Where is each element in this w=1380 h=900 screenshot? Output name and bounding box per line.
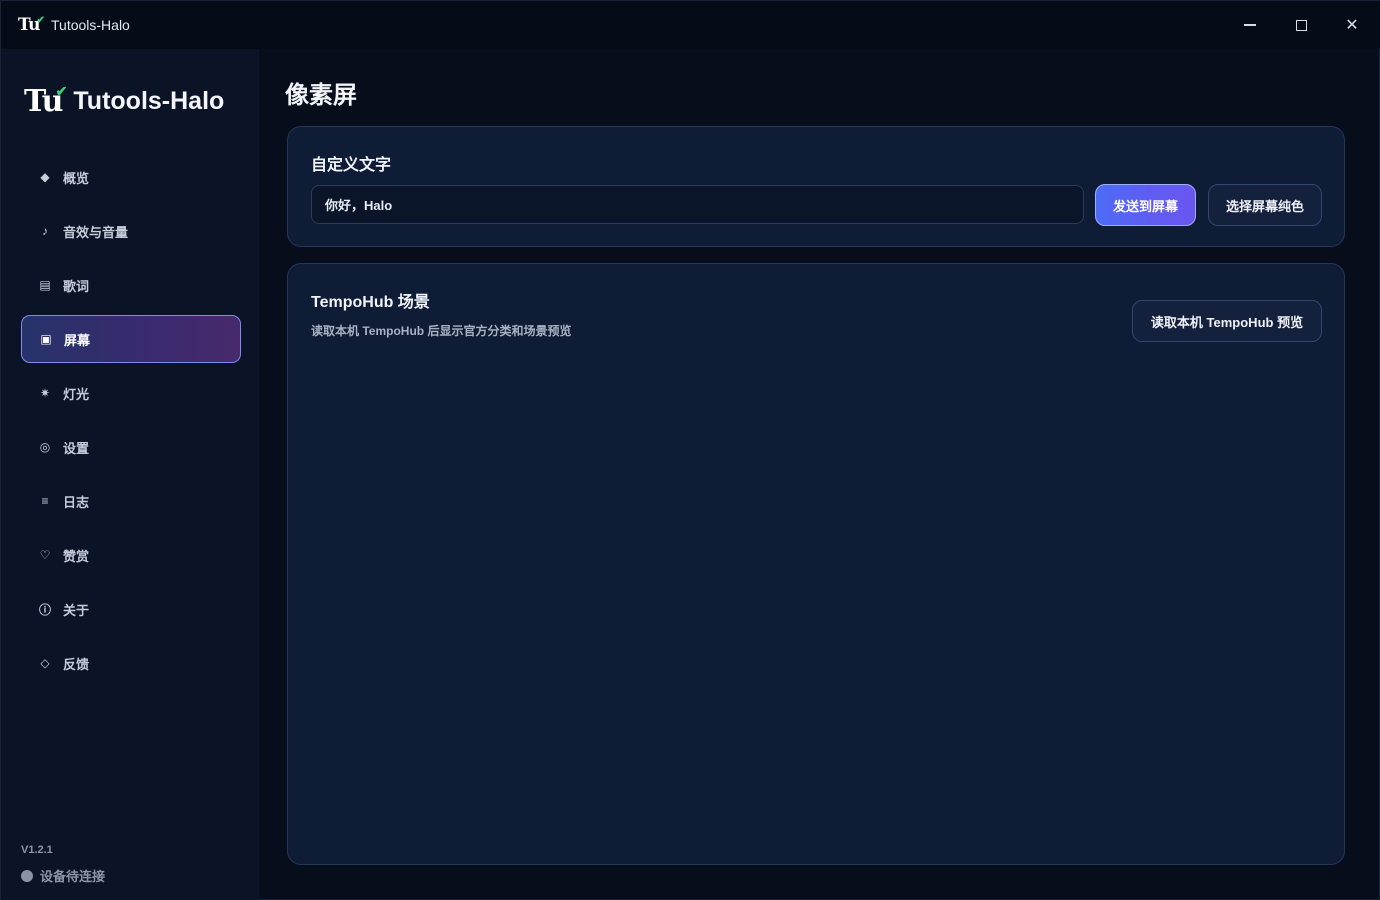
sidebar-item-screen[interactable]: ▣ 屏幕: [21, 315, 241, 363]
app-window: Tu✔ Tutools-Halo ✕ Tu ✔ Tutools-Halo ◆ 概览…: [0, 0, 1380, 900]
sidebar-item-label: 屏幕: [64, 332, 91, 348]
card-title: TempoHub 场景: [311, 294, 430, 311]
brand-logo-icon: Tu ✔: [24, 83, 67, 119]
sidebar-item-about[interactable]: ⓘ 关于: [21, 585, 241, 633]
log-icon: ≡: [41, 494, 49, 508]
maximize-icon: [1295, 19, 1307, 31]
sidebar-item-label: 日志: [63, 494, 90, 510]
window-title: Tutools-Halo: [51, 17, 130, 33]
custom-text-card: 自定义文字 发送到屏幕 选择屏幕纯色: [287, 126, 1345, 247]
sidebar-item-log[interactable]: ≡ 日志: [21, 477, 241, 525]
sidebar-item-label: 赞赏: [63, 548, 90, 564]
heart-icon: ♡: [39, 548, 51, 562]
send-to-screen-button[interactable]: 发送到屏幕: [1095, 184, 1196, 226]
sidebar-item-donate[interactable]: ♡ 赞赏: [21, 531, 241, 579]
sidebar-item-label: 设置: [63, 440, 90, 456]
card-description: 读取本机 TempoHub 后显示官方分类和场景预览: [311, 324, 572, 338]
sidebar-item-label: 反馈: [63, 656, 90, 672]
card-title: 自定义文字: [311, 157, 392, 174]
screen-icon: ▣: [40, 332, 52, 346]
close-icon: ✕: [1345, 17, 1359, 34]
feedback-icon: ◇: [40, 656, 50, 670]
info-icon: ⓘ: [38, 602, 51, 617]
read-tempohub-preview-button[interactable]: 读取本机 TempoHub 预览: [1132, 300, 1322, 342]
sidebar-item-settings[interactable]: ◎ 设置: [21, 423, 241, 471]
diamond-icon: ◆: [40, 170, 50, 184]
light-icon: ✷: [39, 386, 51, 400]
custom-text-input[interactable]: [311, 185, 1084, 224]
sidebar-item-label: 关于: [63, 602, 90, 618]
minimize-button[interactable]: [1232, 11, 1268, 39]
sidebar-item-lyrics[interactable]: ▤ 歌词: [21, 261, 241, 309]
title-bar: Tu✔ Tutools-Halo ✕: [1, 1, 1380, 49]
version-label: V1.2.1: [21, 844, 53, 856]
close-button[interactable]: ✕: [1334, 11, 1370, 39]
music-note-icon: ♪: [42, 224, 48, 238]
tempohub-card: TempoHub 场景 读取本机 TempoHub 后显示官方分类和场景预览 读…: [287, 263, 1345, 865]
app-logo-icon: Tu✔: [18, 15, 45, 35]
maximize-button[interactable]: [1283, 11, 1319, 39]
sidebar-item-label: 灯光: [63, 386, 90, 402]
sidebar: Tu ✔ Tutools-Halo ◆ 概览 ♪ 音效与音量 ▤ 歌词 ▣ 屏幕 …: [1, 49, 259, 900]
sidebar-item-overview[interactable]: ◆ 概览: [21, 153, 241, 201]
minimize-icon: [1244, 24, 1256, 26]
brand: Tu ✔ Tutools-Halo: [24, 81, 224, 121]
sidebar-item-label: 概览: [63, 170, 90, 186]
page-title: 像素屏: [285, 82, 357, 109]
choose-screen-color-button[interactable]: 选择屏幕纯色: [1208, 184, 1322, 226]
sidebar-item-label: 音效与音量: [63, 224, 129, 240]
device-status-text: 设备待连接: [40, 869, 106, 884]
sidebar-item-sound-volume[interactable]: ♪ 音效与音量: [21, 207, 241, 255]
sidebar-item-light[interactable]: ✷ 灯光: [21, 369, 241, 417]
sidebar-item-label: 歌词: [63, 278, 90, 294]
device-status: 设备待连接: [21, 866, 105, 885]
brand-name: Tutools-Halo: [73, 86, 225, 115]
lyrics-icon: ▤: [39, 278, 51, 292]
sidebar-item-feedback[interactable]: ◇ 反馈: [21, 639, 241, 687]
sidebar-nav: ◆ 概览 ♪ 音效与音量 ▤ 歌词 ▣ 屏幕 ✷ 灯光 ◎ 设置 ≡ 日志 ♡ …: [21, 153, 241, 693]
status-dot-icon: [21, 869, 33, 882]
settings-icon: ◎: [39, 440, 51, 454]
